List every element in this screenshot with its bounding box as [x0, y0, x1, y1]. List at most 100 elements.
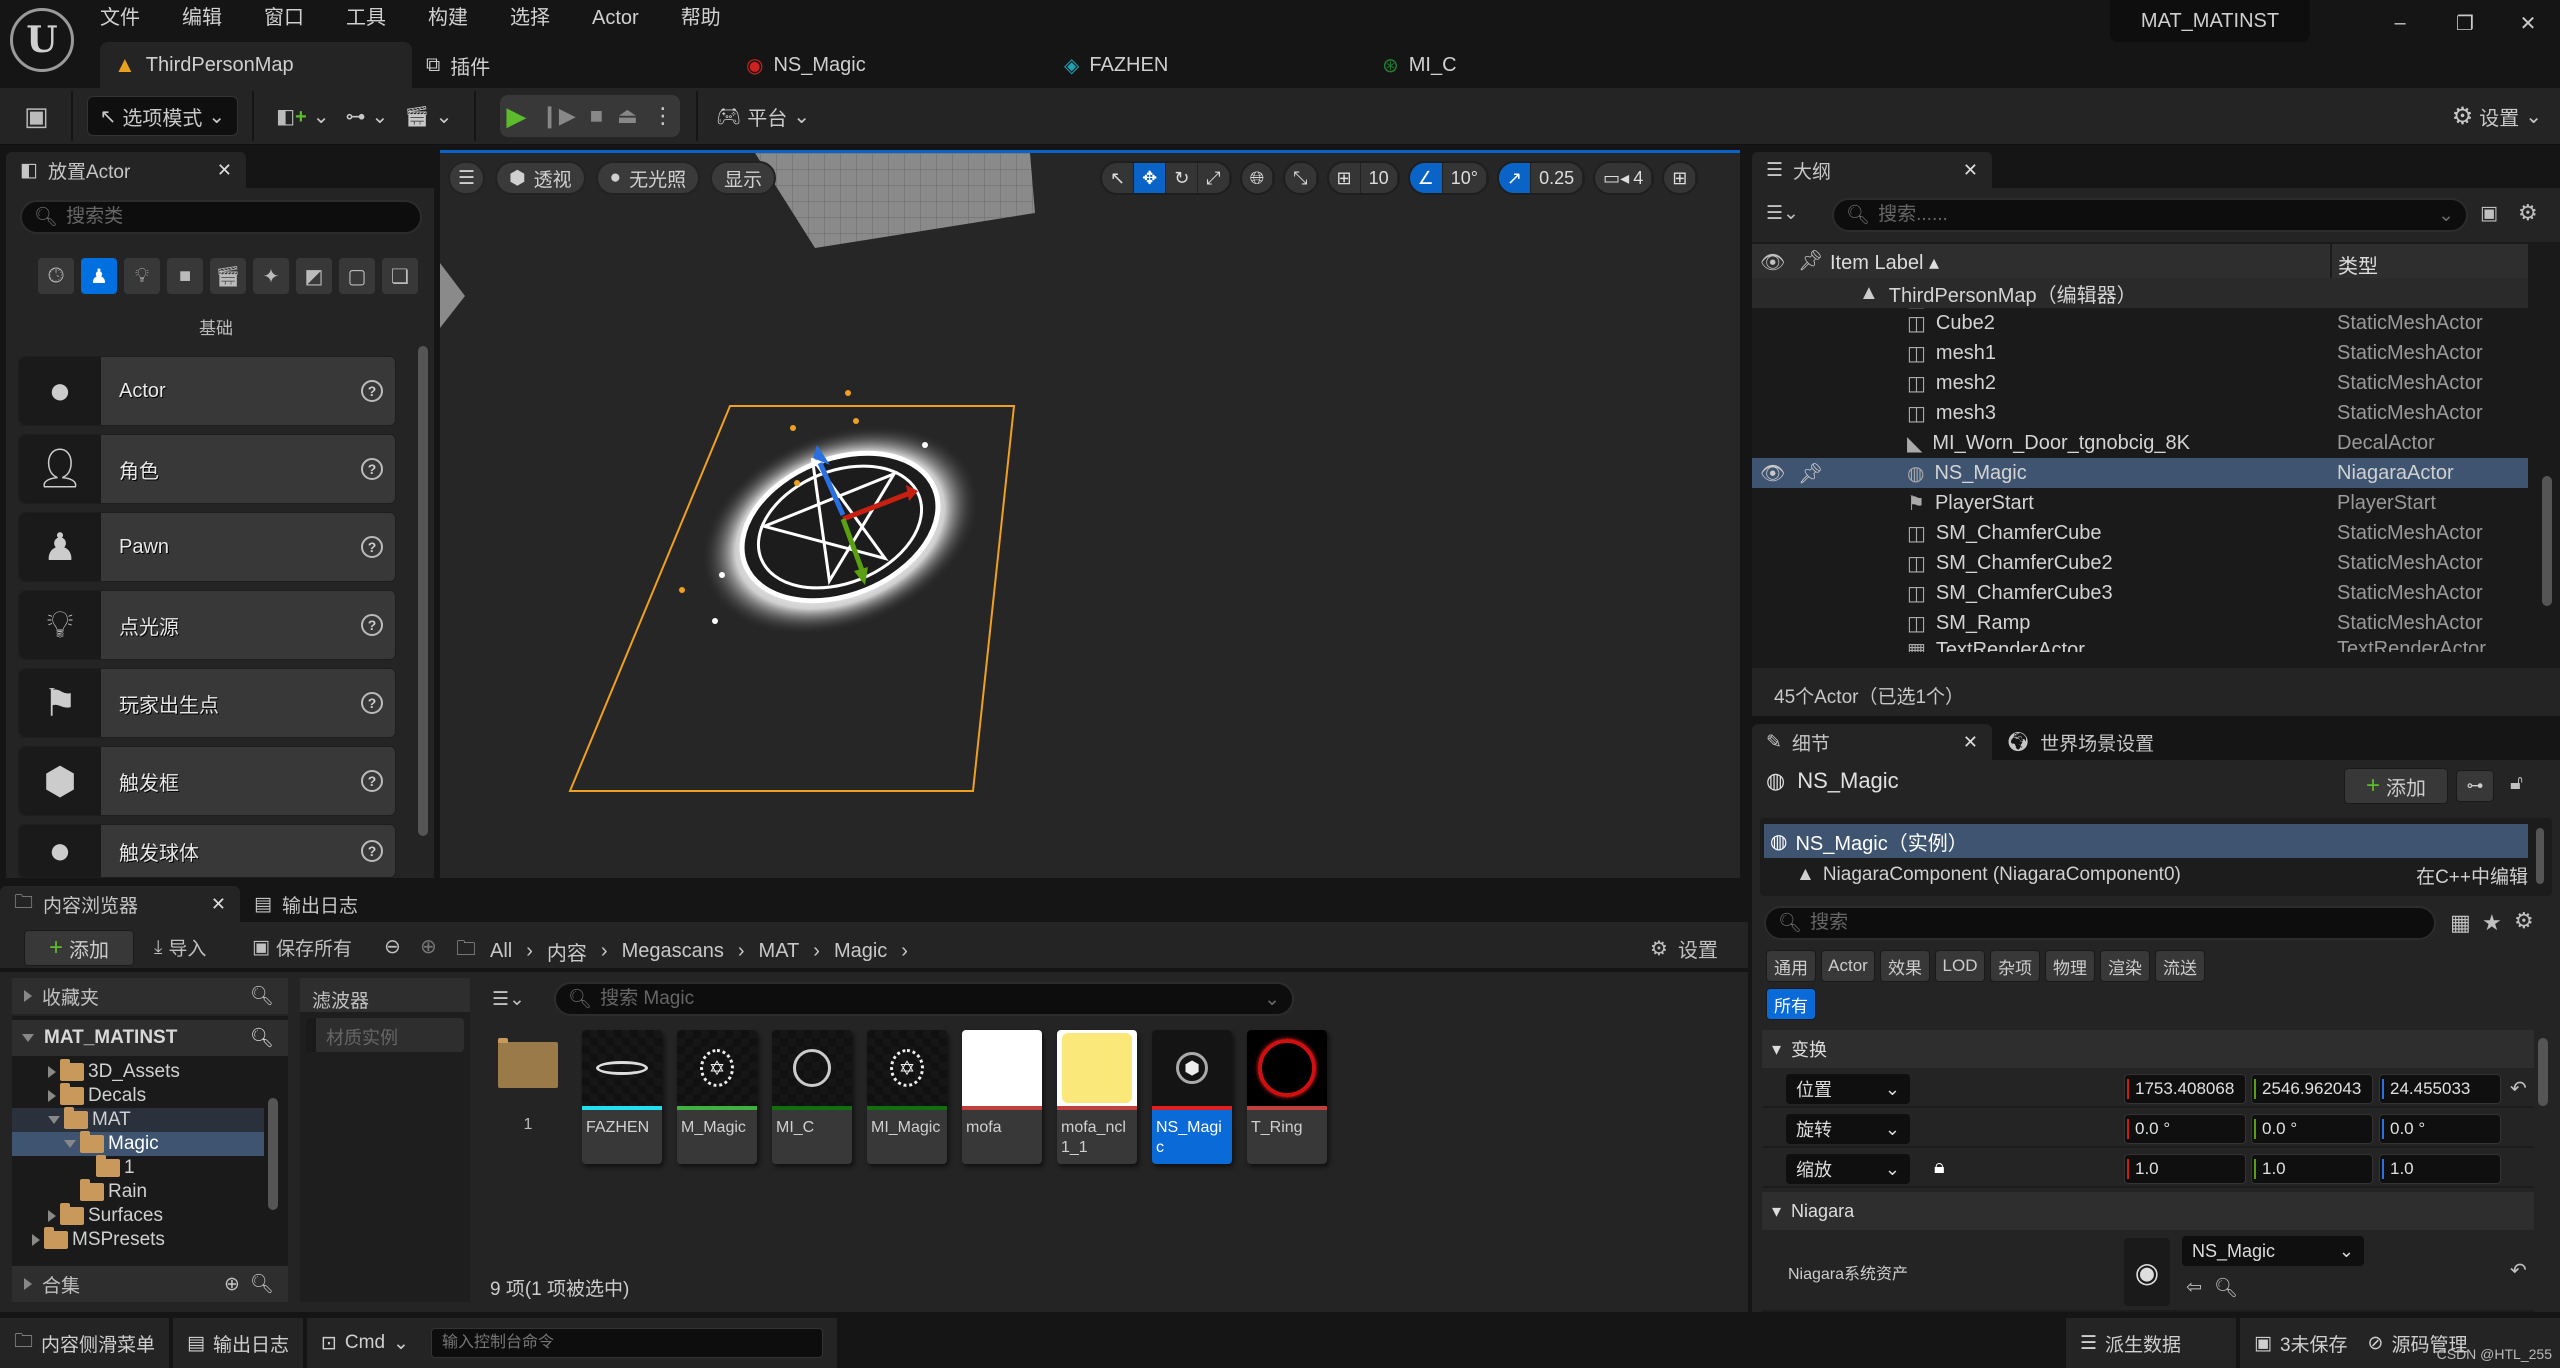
- rotate-tool-icon[interactable]: ↻: [1166, 163, 1199, 193]
- scale-z-field[interactable]: 1.0: [2379, 1154, 2501, 1184]
- folder-item[interactable]: 1: [494, 1034, 562, 1154]
- actor-item-player-start[interactable]: ⚑ 玩家出生点 ?: [18, 668, 396, 738]
- breadcrumb-megascans[interactable]: Megascans: [622, 940, 724, 963]
- filter-icon[interactable]: ☰⌄: [1766, 202, 1799, 225]
- expand-triangle-icon[interactable]: [48, 1210, 56, 1222]
- grid-snap-value[interactable]: 10: [1361, 163, 1398, 193]
- rotation-y-field[interactable]: 0.0 °: [2251, 1114, 2373, 1144]
- actor-item-character[interactable]: 👤︎ 角色 ?: [18, 434, 396, 504]
- actor-item-actor[interactable]: ● Actor ?: [18, 356, 396, 426]
- folder-tree-item[interactable]: Rain: [12, 1179, 264, 1204]
- geometry-icon[interactable]: ◩: [296, 258, 332, 294]
- more-options-icon[interactable]: ⋮: [652, 103, 674, 129]
- rotation-snap-icon[interactable]: ∠: [1409, 163, 1443, 193]
- scale-tool-icon[interactable]: ⤢: [1198, 163, 1230, 193]
- blueprint-button[interactable]: ⊶ ⌄: [337, 96, 396, 136]
- console-command-input[interactable]: [430, 1328, 823, 1358]
- menu-edit[interactable]: 编辑: [182, 2, 244, 34]
- unreal-logo-icon[interactable]: U: [10, 8, 74, 72]
- outliner-row[interactable]: ◫ SM_ChamferCube3 StaticMeshActor: [1752, 578, 2528, 608]
- filter-icon[interactable]: ☰⌄: [492, 988, 525, 1011]
- details-scrollbar[interactable]: [2538, 1038, 2548, 1106]
- minimize-button[interactable]: –: [2380, 8, 2420, 38]
- search-icon[interactable]: 🔍︎: [250, 1272, 274, 1296]
- outliner-row[interactable]: 👁︎ 📌︎ ◍ NS_Magic NiagaraActor: [1752, 458, 2528, 488]
- breadcrumb-all[interactable]: All: [490, 940, 512, 963]
- gear-icon[interactable]: ⚙: [2514, 908, 2534, 934]
- expand-triangle-icon[interactable]: [48, 1066, 56, 1078]
- lock-icon[interactable]: 🔒︎: [1934, 1156, 1945, 1179]
- close-tab-icon[interactable]: ✕: [211, 894, 226, 915]
- rotation-snap-value[interactable]: 10°: [1443, 163, 1487, 193]
- tab-world-settings[interactable]: 🌍︎ 世界场景设置: [1992, 724, 2168, 760]
- tab-outliner[interactable]: ☰ 大纲 ✕: [1752, 152, 1992, 188]
- outliner-scrollbar[interactable]: [2542, 476, 2552, 606]
- filter-physics[interactable]: 物理: [2045, 950, 2095, 982]
- close-tab-icon[interactable]: ✕: [1963, 160, 1978, 181]
- visibility-icon[interactable]: 👁︎: [1760, 461, 1785, 486]
- add-actor-button[interactable]: ◧+ ⌄: [268, 96, 337, 136]
- location-dropdown[interactable]: 位置 ⌄: [1786, 1074, 1910, 1104]
- scale-dropdown[interactable]: 缩放 ⌄: [1786, 1154, 1910, 1184]
- folder-tree-item[interactable]: MSPresets: [12, 1227, 264, 1252]
- expand-triangle-icon[interactable]: [32, 1234, 40, 1246]
- surface-snap-icon[interactable]: ⤡: [1285, 163, 1317, 193]
- settings-button[interactable]: ⚙ 设置 ⌄: [2444, 96, 2550, 136]
- folder-tree-item[interactable]: 1: [12, 1155, 264, 1180]
- menu-select[interactable]: 选择: [510, 2, 572, 34]
- table-view-icon[interactable]: ▦: [2450, 910, 2471, 936]
- niagara-asset-thumbnail[interactable]: ◉: [2124, 1238, 2170, 1306]
- lights-icon[interactable]: 💡︎: [124, 258, 160, 294]
- outliner-search-field[interactable]: [1878, 204, 2431, 226]
- eject-button[interactable]: ⏏: [617, 103, 638, 129]
- content-drawer-button[interactable]: 🗀︎ 内容侧滑菜单: [0, 1318, 170, 1368]
- viewport-layout-icon[interactable]: ⊞: [1664, 163, 1697, 193]
- asset-tile[interactable]: mofa: [962, 1030, 1042, 1164]
- asset-tile[interactable]: ✡ M_Magic: [677, 1030, 757, 1164]
- add-component-button[interactable]: + 添加: [2344, 768, 2448, 804]
- scrollbar[interactable]: [2536, 828, 2544, 884]
- restore-button[interactable]: ❐: [2445, 8, 2485, 38]
- doc-tab-ns-magic[interactable]: ◉ NS_Magic: [732, 42, 1050, 88]
- rotation-z-field[interactable]: 0.0 °: [2379, 1114, 2501, 1144]
- outliner-row[interactable]: ◫ SM_Ramp StaticMeshActor: [1752, 608, 2528, 638]
- menu-build[interactable]: 构建: [428, 2, 490, 34]
- tab-content-browser[interactable]: 🗀︎ 内容浏览器 ✕: [0, 886, 240, 922]
- forward-arrow-icon[interactable]: ⊕: [420, 934, 437, 959]
- tab-place-actor[interactable]: ◧ 放置Actor ✕: [6, 152, 246, 188]
- tree-root-mat-matinst[interactable]: MAT_MATINST 🔍︎: [12, 1020, 288, 1056]
- help-icon[interactable]: ?: [361, 840, 383, 862]
- component-row-root[interactable]: ◍ NS_Magic（实例）: [1764, 824, 2528, 858]
- outliner-row[interactable]: ◫ SM_ChamferCube StaticMeshActor: [1752, 518, 2528, 548]
- help-icon[interactable]: ?: [361, 614, 383, 636]
- details-search-input[interactable]: 🔍︎: [1764, 906, 2436, 940]
- transform-section-header[interactable]: ▾ 变换: [1762, 1030, 2534, 1068]
- breadcrumb-content[interactable]: 内容: [547, 937, 587, 966]
- basic-category-icon[interactable]: ♟: [81, 258, 117, 294]
- location-z-field[interactable]: 24.455033: [2379, 1074, 2501, 1104]
- outliner-row[interactable]: ◣ MI_Worn_Door_tgnobcig_8K DecalActor: [1752, 428, 2528, 458]
- asset-tile[interactable]: FAZHEN: [582, 1030, 662, 1164]
- visual-effects-icon[interactable]: ✦: [253, 258, 289, 294]
- asset-tile[interactable]: ⬢ NS_Magic: [1152, 1030, 1232, 1164]
- cinematics-button[interactable]: 🎬︎ ⌄: [396, 96, 460, 136]
- content-settings-button[interactable]: ⚙ 设置: [1650, 934, 1718, 963]
- folder-tree-item[interactable]: Decals: [12, 1083, 264, 1108]
- derived-data-button[interactable]: ☰ 派生数据: [2066, 1318, 2236, 1368]
- reset-arrow-icon[interactable]: ↶: [2510, 1258, 2527, 1283]
- doc-tab-thirdpersonmap[interactable]: ▲ ThirdPersonMap: [100, 42, 412, 88]
- outliner-row[interactable]: ◫ mesh3 StaticMeshActor: [1752, 398, 2528, 428]
- outliner-row[interactable]: ◫ Cube2 StaticMeshActor: [1752, 308, 2528, 338]
- rotation-x-field[interactable]: 0.0 °: [2124, 1114, 2246, 1144]
- filter-general[interactable]: 通用: [1766, 950, 1816, 982]
- all-classes-icon[interactable]: ❏: [382, 258, 418, 294]
- help-icon[interactable]: ?: [361, 458, 383, 480]
- asset-search-field[interactable]: [600, 988, 1257, 1010]
- add-button[interactable]: + 添加: [24, 930, 134, 966]
- use-selected-icon[interactable]: ⇦: [2186, 1276, 2202, 1299]
- asset-search-input[interactable]: 🔍︎ ⌄: [554, 982, 1294, 1016]
- add-folder-icon[interactable]: ▣: [2480, 202, 2498, 225]
- cmd-selector[interactable]: Cmd: [345, 1332, 385, 1354]
- help-icon[interactable]: ?: [361, 692, 383, 714]
- folder-tree-item[interactable]: Surfaces: [12, 1203, 264, 1228]
